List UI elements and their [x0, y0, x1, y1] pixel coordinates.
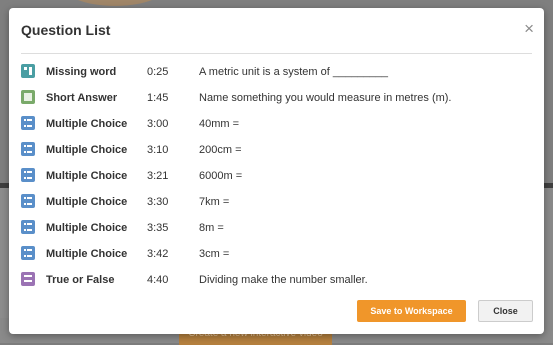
short-answer-icon	[21, 90, 35, 104]
question-type: Multiple Choice	[46, 222, 128, 234]
question-row[interactable]: True or False 4:40 Dividing make the num…	[9, 267, 544, 293]
modal-title: Question List	[21, 22, 111, 38]
page-background-panel	[0, 188, 9, 318]
question-text: 7km =	[199, 196, 230, 208]
modal-header: Question List ×	[9, 8, 544, 54]
multiple-choice-icon	[21, 194, 35, 208]
question-text: 3cm =	[199, 248, 230, 260]
question-time: 3:30	[147, 196, 169, 208]
question-text: A metric unit is a system of _________	[199, 66, 388, 78]
multiple-choice-icon	[21, 220, 35, 234]
question-list-modal: Question List × Missing word 0:25 A metr…	[9, 8, 544, 334]
question-type: Short Answer	[46, 92, 118, 104]
question-type: Multiple Choice	[46, 170, 128, 182]
question-row[interactable]: Multiple Choice 3:35 8m =	[9, 215, 544, 241]
question-time: 3:10	[147, 144, 169, 156]
question-text: 200cm =	[199, 144, 242, 156]
question-row[interactable]: Missing word 0:25 A metric unit is a sys…	[9, 59, 544, 85]
question-type: Multiple Choice	[46, 248, 128, 260]
header-divider	[21, 53, 532, 54]
question-text: Name something you would measure in metr…	[199, 92, 452, 104]
question-type: Multiple Choice	[46, 196, 128, 208]
question-time: 3:21	[147, 170, 169, 182]
question-row[interactable]: Multiple Choice 3:00 40mm =	[9, 111, 544, 137]
question-type: Multiple Choice	[46, 118, 128, 130]
question-text: 8m =	[199, 222, 224, 234]
question-time: 1:45	[147, 92, 169, 104]
question-type: Missing word	[46, 66, 117, 78]
multiple-choice-icon	[21, 246, 35, 260]
question-row[interactable]: Multiple Choice 3:21 6000m =	[9, 163, 544, 189]
question-time: 3:00	[147, 118, 169, 130]
close-button[interactable]: Close	[478, 300, 533, 322]
missing-word-icon	[21, 64, 35, 78]
question-time: 0:25	[147, 66, 169, 78]
question-time: 3:42	[147, 248, 169, 260]
multiple-choice-icon	[21, 142, 35, 156]
question-text: 6000m =	[199, 170, 243, 182]
close-icon[interactable]: ×	[524, 20, 534, 37]
question-text: 40mm =	[199, 118, 240, 130]
true-false-icon	[21, 272, 35, 286]
question-text: Dividing make the number smaller.	[199, 274, 368, 286]
question-row[interactable]: Multiple Choice 3:10 200cm =	[9, 137, 544, 163]
question-row[interactable]: Short Answer 1:45 Name something you wou…	[9, 85, 544, 111]
question-time: 3:35	[147, 222, 169, 234]
question-type: True or False	[46, 274, 115, 286]
multiple-choice-icon	[21, 116, 35, 130]
question-time: 4:40	[147, 274, 169, 286]
question-row[interactable]: Multiple Choice 3:30 7km =	[9, 189, 544, 215]
question-type: Multiple Choice	[46, 144, 128, 156]
save-to-workspace-button[interactable]: Save to Workspace	[357, 300, 466, 322]
question-row[interactable]: Multiple Choice 3:42 3cm =	[9, 241, 544, 267]
multiple-choice-icon	[21, 168, 35, 182]
